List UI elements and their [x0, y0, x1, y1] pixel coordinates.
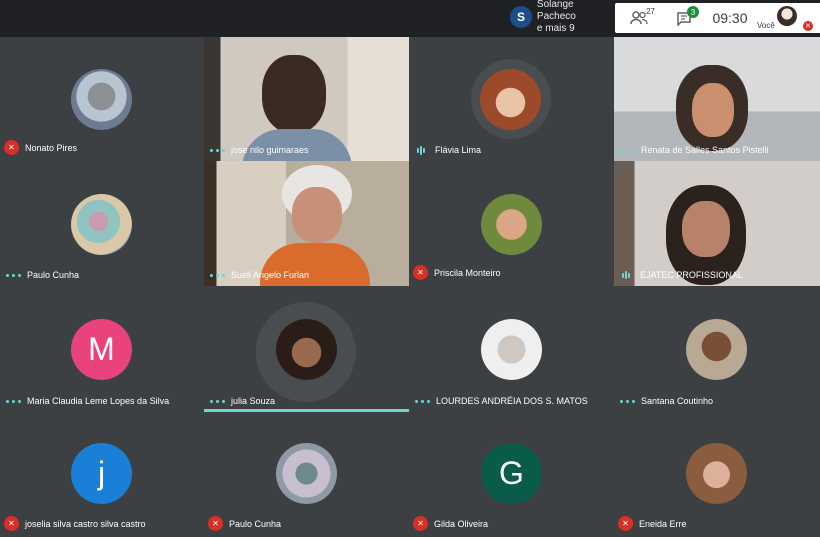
participant-tile[interactable]: jose nilo guimaraes: [204, 37, 409, 161]
participant-label: ✕ Gilda Oliveira: [413, 516, 488, 531]
participant-label: Paulo Cunha: [4, 270, 79, 280]
participant-label: ✕ Nonato Pires: [4, 140, 77, 155]
chat-badge: 3: [687, 6, 699, 18]
participant-tile[interactable]: julia Souza: [204, 286, 409, 412]
participant-name: Sueli Angelo Furlan: [231, 270, 310, 280]
mic-off-icon: ✕: [413, 265, 428, 280]
participant-avatar: [276, 443, 337, 504]
participant-tile[interactable]: Renata de Salles Santos Pistelli: [614, 37, 820, 161]
participant-tile[interactable]: EJATEC PROFISSIONAL: [614, 161, 820, 286]
participant-label: Maria Claudia Leme Lopes da Silva: [4, 396, 169, 406]
participant-tile[interactable]: Sueli Angelo Furlan: [204, 161, 409, 286]
participant-label: EJATEC PROFISSIONAL: [618, 270, 743, 280]
self-avatar: [777, 6, 797, 26]
participant-name: Paulo Cunha: [229, 518, 282, 529]
presenter-chip[interactable]: S Solange Pacheco e mais 9: [505, 0, 615, 35]
participant-tile[interactable]: Flávia Lima: [409, 37, 614, 161]
participant-avatar: j: [71, 443, 132, 504]
participant-tile[interactable]: M Maria Claudia Leme Lopes da Silva: [0, 286, 204, 412]
speaking-icon: [622, 271, 632, 279]
participant-tile[interactable]: G ✕ Gilda Oliveira: [409, 412, 614, 537]
participant-tile[interactable]: ✕ Nonato Pires: [0, 37, 204, 161]
participant-name: Gilda Oliveira: [434, 518, 489, 529]
top-bar: S Solange Pacheco e mais 9 27 3 09:30 Vo…: [0, 0, 820, 37]
participant-tile[interactable]: j ✕ joselia silva castro silva castro: [0, 412, 204, 537]
participant-avatar: M: [71, 319, 132, 380]
participant-label: ✕ joselia silva castro silva castro: [4, 516, 146, 531]
participant-avatar: [276, 319, 337, 380]
participant-tile[interactable]: ✕ Eneida Erre: [614, 412, 820, 537]
mic-off-icon: ✕: [4, 516, 19, 531]
participant-avatar: [480, 69, 541, 130]
participant-avatar: [71, 194, 132, 255]
participant-avatar: G: [481, 443, 542, 504]
meeting-status-panel: 27 3 09:30 Você ✕: [615, 3, 820, 33]
participant-label: Renata de Salles Santos Pistelli: [618, 145, 769, 155]
participant-tile[interactable]: Santana Coutinho: [614, 286, 820, 412]
participants-button[interactable]: 27: [615, 3, 663, 33]
participant-tile[interactable]: LOURDES ANDRÉIA DOS S. MATOS: [409, 286, 614, 412]
participants-count: 27: [646, 7, 655, 16]
audio-dots-icon: [210, 399, 225, 403]
participant-tile[interactable]: ✕ Priscila Monteiro: [409, 161, 614, 286]
participant-label: jose nilo guimaraes: [208, 145, 309, 155]
participant-avatar: [686, 319, 747, 380]
participant-name: Santana Coutinho: [641, 396, 714, 406]
participant-name: Nonato Pires: [25, 142, 78, 153]
participant-name: joselia silva castro silva castro: [25, 518, 146, 529]
audio-dots-icon: [6, 273, 21, 277]
audio-dots-icon: [6, 399, 21, 403]
speaking-icon: [417, 145, 427, 155]
meeting-clock: 09:30: [712, 10, 748, 26]
participant-tile[interactable]: Paulo Cunha: [0, 161, 204, 286]
participant-video: [262, 55, 326, 133]
presenter-avatar: S: [510, 6, 532, 28]
participant-video: [692, 83, 734, 137]
participant-tile[interactable]: ✕ Paulo Cunha: [204, 412, 409, 537]
participant-name: Priscila Monteiro: [434, 267, 501, 278]
audio-dots-icon: [620, 399, 635, 403]
you-label: Você: [757, 21, 775, 30]
mic-off-icon: ✕: [618, 516, 633, 531]
participant-name: EJATEC PROFISSIONAL: [640, 270, 743, 280]
presenter-name: Solange Pacheco: [536, 0, 576, 22]
participant-label: julia Souza: [208, 396, 275, 406]
presenter-text: Solange Pacheco e mais 9: [537, 0, 615, 35]
chat-button[interactable]: 3: [663, 3, 705, 33]
participant-video: [292, 187, 342, 243]
participant-avatar: [71, 69, 132, 130]
audio-dots-icon: [620, 148, 635, 152]
participant-label: Sueli Angelo Furlan: [208, 270, 309, 280]
participant-avatar: [481, 194, 542, 255]
mic-off-icon: ✕: [4, 140, 19, 155]
participant-video: [682, 201, 730, 257]
mic-off-icon: ✕: [413, 516, 428, 531]
audio-dots-icon: [210, 273, 225, 277]
participant-name: Paulo Cunha: [27, 270, 80, 280]
participant-name: LOURDES ANDRÉIA DOS S. MATOS: [436, 396, 588, 406]
participant-label: ✕ Paulo Cunha: [208, 516, 281, 531]
participant-avatar: [481, 319, 542, 380]
participant-avatar: [686, 443, 747, 504]
audio-dots-icon: [415, 399, 430, 403]
participant-label: ✕ Priscila Monteiro: [413, 265, 501, 280]
participant-label: Santana Coutinho: [618, 396, 713, 406]
mic-off-icon: ✕: [208, 516, 223, 531]
participant-label: ✕ Eneida Erre: [618, 516, 687, 531]
participant-label: LOURDES ANDRÉIA DOS S. MATOS: [413, 396, 588, 406]
participant-name: Maria Claudia Leme Lopes da Silva: [27, 396, 170, 406]
participant-name: julia Souza: [231, 396, 276, 406]
self-view[interactable]: Você ✕: [755, 3, 815, 33]
participant-name: Eneida Erre: [639, 518, 687, 529]
audio-dots-icon: [210, 148, 225, 152]
participant-label: Flávia Lima: [413, 145, 481, 155]
mic-off-icon: ✕: [803, 21, 813, 31]
presenter-more: e mais 9: [536, 23, 575, 34]
participant-name: Renata de Salles Santos Pistelli: [641, 145, 769, 155]
participant-name: Flávia Lima: [435, 145, 482, 155]
participant-name: jose nilo guimaraes: [231, 145, 309, 155]
